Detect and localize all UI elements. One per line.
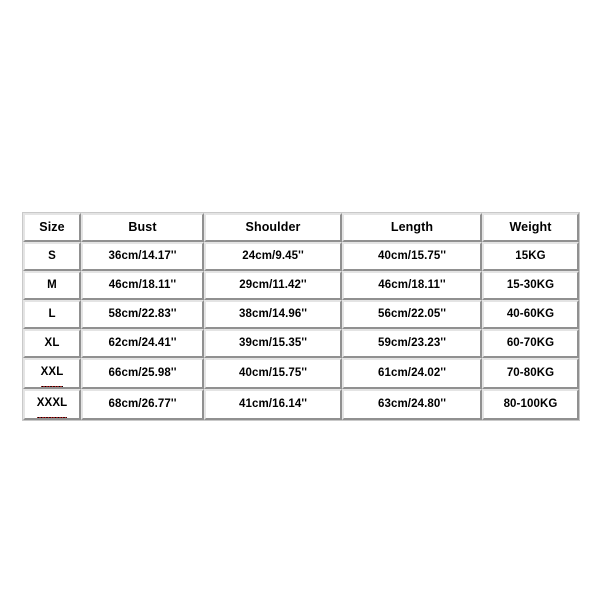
cell-size: XL [23,329,81,358]
column-header-bust: Bust [81,213,204,242]
cell-length: 46cm/18.11'' [342,271,482,300]
page-canvas: Size Bust Shoulder Length Weight S 36cm/… [0,0,600,600]
cell-bust: 36cm/14.17'' [81,242,204,271]
cell-bust: 62cm/24.41'' [81,329,204,358]
cell-shoulder: 38cm/14.96'' [204,300,342,329]
cell-size: L [23,300,81,329]
cell-weight: 70-80KG [482,358,579,389]
cell-size: S [23,242,81,271]
cell-size: M [23,271,81,300]
table-row: S 36cm/14.17'' 24cm/9.45'' 40cm/15.75'' … [23,242,579,271]
size-chart-table: Size Bust Shoulder Length Weight S 36cm/… [22,212,580,421]
cell-weight: 80-100KG [482,389,579,420]
cell-shoulder: 24cm/9.45'' [204,242,342,271]
cell-bust: 66cm/25.98'' [81,358,204,389]
cell-length: 56cm/22.05'' [342,300,482,329]
column-header-shoulder: Shoulder [204,213,342,242]
cell-shoulder: 40cm/15.75'' [204,358,342,389]
cell-bust: 58cm/22.83'' [81,300,204,329]
table-row: XL 62cm/24.41'' 39cm/15.35'' 59cm/23.23'… [23,329,579,358]
cell-bust: 46cm/18.11'' [81,271,204,300]
table-row: XXXL 68cm/26.77'' 41cm/16.14'' 63cm/24.8… [23,389,579,420]
cell-size: XXXL [23,389,81,420]
cell-size: XXL [23,358,81,389]
cell-bust: 68cm/26.77'' [81,389,204,420]
cell-length: 59cm/23.23'' [342,329,482,358]
size-chart-container: Size Bust Shoulder Length Weight S 36cm/… [22,212,580,421]
cell-length: 63cm/24.80'' [342,389,482,420]
cell-shoulder: 41cm/16.14'' [204,389,342,420]
table-row: L 58cm/22.83'' 38cm/14.96'' 56cm/22.05''… [23,300,579,329]
spellcheck-marked-text: XXL [40,360,64,387]
cell-weight: 15KG [482,242,579,271]
cell-weight: 60-70KG [482,329,579,358]
cell-weight: 40-60KG [482,300,579,329]
column-header-length: Length [342,213,482,242]
table-row: M 46cm/18.11'' 29cm/11.42'' 46cm/18.11''… [23,271,579,300]
column-header-size: Size [23,213,81,242]
table-header-row: Size Bust Shoulder Length Weight [23,213,579,242]
cell-shoulder: 29cm/11.42'' [204,271,342,300]
column-header-weight: Weight [482,213,579,242]
table-row: XXL 66cm/25.98'' 40cm/15.75'' 61cm/24.02… [23,358,579,389]
cell-length: 61cm/24.02'' [342,358,482,389]
cell-shoulder: 39cm/15.35'' [204,329,342,358]
cell-weight: 15-30KG [482,271,579,300]
cell-length: 40cm/15.75'' [342,242,482,271]
spellcheck-marked-text: XXXL [36,391,68,418]
